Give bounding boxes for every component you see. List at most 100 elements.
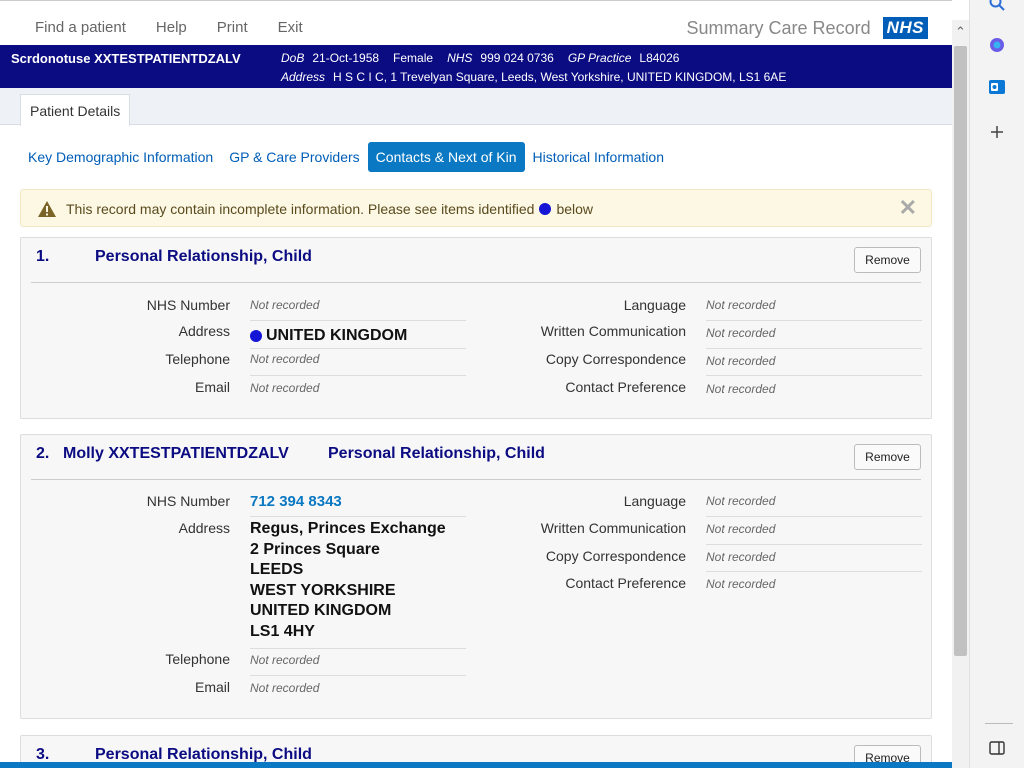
alert-message: This record may contain incomplete infor… [66,201,593,217]
address-line: LEEDS [250,561,304,578]
language-label: Language [623,493,686,509]
side-panel-divider [985,723,1013,724]
close-icon[interactable]: ✕ [899,195,917,221]
address-value: UNITED KINGDOM [250,323,466,349]
copy-correspondence-value: Not recorded [706,354,922,376]
gp-practice-label: GP Practice [567,51,632,65]
contact-relationship: Personal Relationship, Child [95,248,312,265]
footer-bar [0,762,952,768]
subtab-historical-information[interactable]: Historical Information [525,142,673,172]
address-value: H S C I C, 1 Trevelyan Square, Leeds, We… [333,70,787,84]
subtab-contacts-next-of-kin[interactable]: Contacts & Next of Kin [367,142,525,172]
address-label: Address [281,70,326,84]
email-value: Not recorded [250,381,320,395]
address-line: LS1 4HY [250,622,315,640]
find-a-patient-link[interactable]: Find a patient [20,19,141,36]
dob-label: DoB [281,51,305,65]
contact-number: 2. [36,445,50,462]
alert-text-after: below [556,201,594,217]
contact-card-1: 1. Personal Relationship, Child Remove N… [20,237,932,419]
tab-patient-details[interactable]: Patient Details [20,94,131,126]
chevron-up-icon[interactable]: ⌃ [955,25,966,38]
contact-card-header: 2. Molly XXTESTPATIENTDZALV Personal Rel… [31,435,921,480]
telephone-value: Not recorded [250,653,466,676]
email-value: Not recorded [250,681,320,695]
address-label: Address [178,520,230,536]
copilot-icon[interactable] [988,36,1006,54]
patient-address-row: Address H S C I C, 1 Trevelyan Square, L… [281,70,786,84]
address-line: WEST YORKSHIRE [250,581,396,599]
dob-value: 21-Oct-1958 [312,51,380,65]
address-value: Regus, Princes Exchange 2 Princes Square… [250,519,466,649]
nhs-label: NHS [447,51,473,65]
nhs-number-value: Not recorded [250,298,466,321]
subtab-gp-care-providers[interactable]: GP & Care Providers [221,142,367,172]
written-communication-value: Not recorded [706,522,922,545]
incomplete-flag-icon [539,203,552,215]
app-title: Summary Care Record [686,17,871,38]
telephone-value: Not recorded [250,352,466,376]
exit-link[interactable]: Exit [263,19,318,36]
language-label: Language [623,297,686,313]
email-label: Email [194,379,230,395]
contact-card-2: 2. Molly XXTESTPATIENTDZALV Personal Rel… [20,434,932,719]
contact-preference-value: Not recorded [706,577,776,591]
address-line: UNITED KINGDOM [266,326,408,344]
nhs-number-label: NHS Number [146,493,230,509]
remove-button[interactable]: Remove [854,247,921,273]
print-link[interactable]: Print [202,19,263,36]
incomplete-flag-icon [250,329,262,342]
sidebar-toggle-icon[interactable] [988,739,1006,757]
page-scrollbar[interactable]: ⌃ [952,20,969,768]
alert-text-before: This record may contain incomplete infor… [66,201,535,217]
nhs-number-label: NHS Number [146,297,230,313]
incomplete-info-alert: This record may contain incomplete infor… [20,189,932,227]
top-navigation-bar: Find a patient Help Print Exit Summary C… [0,0,952,45]
search-icon[interactable] [988,0,1006,12]
contact-preference-value: Not recorded [706,382,776,396]
contact-number: 1. [36,248,50,265]
address-line: UNITED KINGDOM [250,602,392,619]
outlook-icon[interactable] [988,78,1006,96]
copy-correspondence-value: Not recorded [706,550,922,572]
address-label: Address [178,323,230,339]
nhs-number-link[interactable]: 712 394 8343 [250,493,466,517]
tab-strip: Patient Details [0,88,952,126]
address-line: 2 Princes Square [250,540,380,558]
help-link[interactable]: Help [141,19,202,36]
patient-demographics-row: DoB 21-Oct-1958 Female NHS 999 024 0736 … [281,51,679,65]
top-nav-links: Find a patient Help Print Exit [20,19,318,36]
gender-value: Female [393,51,434,65]
copy-correspondence-label: Copy Correspondence [545,351,686,367]
language-value: Not recorded [706,298,922,321]
brand: Summary Care Record NHS [687,17,928,39]
subtab-key-demographic-information[interactable]: Key Demographic Information [20,142,221,172]
contact-name: Molly XXTESTPATIENTDZALV [63,445,289,462]
patient-name: Scrdonotuse XXTESTPATIENTDZALV [11,51,241,66]
patient-banner: Scrdonotuse XXTESTPATIENTDZALV DoB 21-Oc… [0,45,952,88]
gp-practice-value: L84026 [639,51,680,65]
nhs-value: 999 024 0736 [480,51,554,65]
email-label: Email [194,679,230,695]
contact-preference-label: Contact Preference [565,379,686,395]
contact-relationship: Personal Relationship, Child [328,445,545,462]
nhs-logo: NHS [882,17,928,39]
contact-preference-label: Contact Preference [565,575,686,591]
browser-side-panel [969,0,1024,768]
written-communication-label: Written Communication [540,520,686,536]
language-value: Not recorded [706,494,922,517]
telephone-label: Telephone [165,351,230,367]
contact-card-header: 1. Personal Relationship, Child Remove [31,238,921,283]
written-communication-label: Written Communication [540,323,686,339]
sub-tabs: Key Demographic Information GP & Care Pr… [20,142,672,172]
telephone-label: Telephone [165,651,230,667]
warning-icon [38,201,56,217]
scrollbar-thumb[interactable] [954,46,967,656]
written-communication-value: Not recorded [706,326,922,349]
copy-correspondence-label: Copy Correspondence [545,548,686,564]
browser-window: Find a patient Help Print Exit Summary C… [0,0,1024,768]
address-line: Regus, Princes Exchange [250,520,446,537]
add-icon[interactable] [988,123,1006,141]
remove-button[interactable]: Remove [854,444,921,470]
scr-application: Find a patient Help Print Exit Summary C… [0,0,952,768]
